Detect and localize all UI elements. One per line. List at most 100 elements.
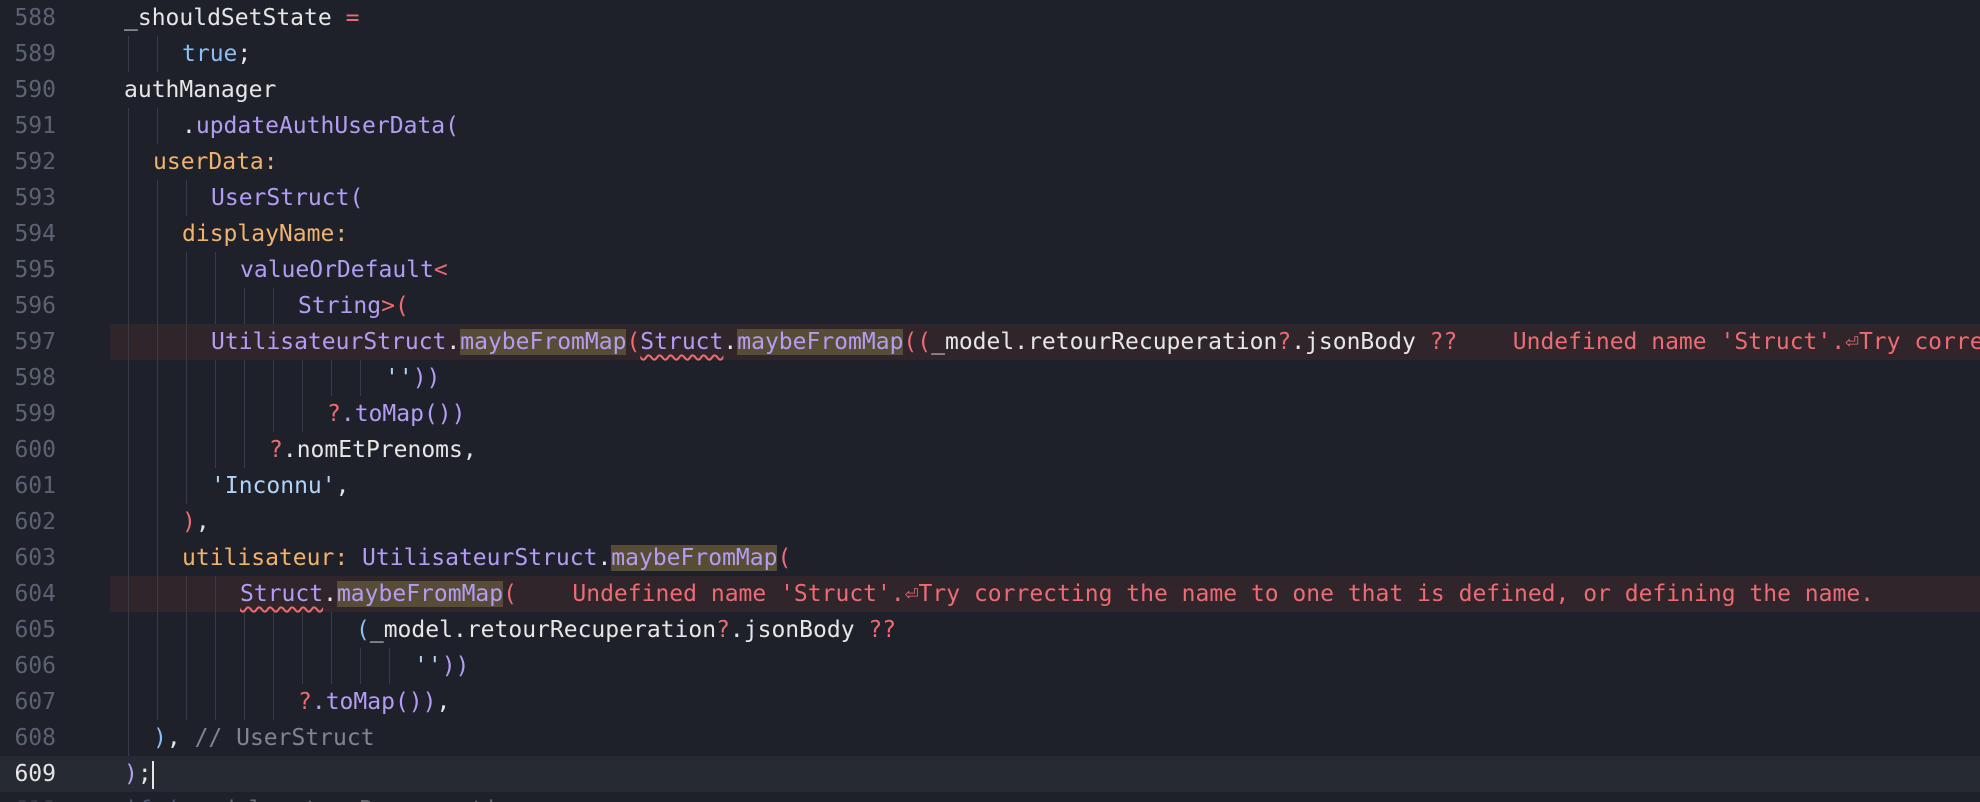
code-token: ; (237, 41, 252, 67)
code-line[interactable]: 599 ?.toMap()) (0, 396, 1980, 432)
code-line[interactable]: 591 .updateAuthUserData( (0, 108, 1980, 144)
code-line[interactable]: 605 (_model.retourRecuperation?.jsonBody … (0, 612, 1980, 648)
indent-guide (128, 540, 129, 576)
indent-guide (157, 576, 158, 612)
code-line[interactable]: 608), // UserStruct (0, 720, 1980, 756)
indent-guide (157, 648, 158, 684)
code-token: ?? (1429, 329, 1458, 355)
code-text: 'Inconnu', (211, 468, 349, 504)
code-text: String>( (298, 288, 409, 324)
code-token: retourRecuperation (276, 797, 525, 802)
code-line-current[interactable]: 609); (0, 756, 1980, 792)
diagnostic-message: Undefined name 'Struct'.⏎Try correcting … (572, 581, 1875, 607)
line-number: 588 (14, 5, 56, 31)
code-line[interactable]: 593 UserStruct( (0, 180, 1980, 216)
code-token: ; (137, 761, 152, 787)
code-line[interactable]: 607 ?.toMap()), (0, 684, 1980, 720)
code-token: displayName: (182, 221, 349, 247)
indent-guide (128, 432, 129, 468)
code-line-error[interactable]: 604 Struct.maybeFromMap( Undefined name '… (0, 576, 1980, 612)
code-token: . (262, 797, 276, 802)
line-number: 594 (14, 221, 56, 247)
indent-guide (157, 180, 158, 216)
code-token: ? (269, 437, 283, 463)
line-number: 605 (14, 617, 56, 643)
indent-guide (157, 612, 158, 648)
code-line[interactable]: 592 userData: (0, 144, 1980, 180)
indent-guide (273, 288, 274, 324)
indent-guide (128, 288, 129, 324)
code-token: ? (327, 401, 341, 427)
indent-guide (157, 36, 158, 72)
line-number: 593 (14, 185, 56, 211)
code-token: 'Inconnu' (211, 473, 336, 499)
indent-guide (128, 468, 129, 504)
line-number: 599 (14, 401, 56, 427)
code-line[interactable]: 594 displayName: (0, 216, 1980, 252)
indent-guide (360, 648, 361, 684)
code-token: . (723, 329, 738, 355)
indent-guide (128, 144, 129, 180)
line-number: 604 (0, 576, 110, 612)
indent-guide (273, 612, 274, 648)
code-line[interactable]: 600 ?.nomEtPrenoms, (0, 432, 1980, 468)
line-number: 602 (14, 509, 56, 535)
indent-guide (128, 684, 129, 720)
code-line[interactable]: 606 '')) (0, 648, 1980, 684)
code-line[interactable]: 603 utilisateur: UtilisateurStruct.maybeF… (0, 540, 1980, 576)
code-line[interactable]: 596 String>( (0, 288, 1980, 324)
indent-guide (244, 648, 245, 684)
highlighted-token: maybeFromMap (737, 329, 904, 355)
code-editor[interactable]: 588 _shouldSetState = 589 true; 590 authManag… (0, 0, 1980, 802)
code-line[interactable]: 589 true; (0, 36, 1980, 72)
code-line[interactable]: 602), (0, 504, 1980, 540)
code-token: )) (412, 365, 441, 391)
indent-guide (157, 252, 158, 288)
indent-guide (128, 720, 129, 756)
indent-guide (157, 468, 158, 504)
code-token: UtilisateurStruct (211, 329, 447, 355)
indent-guide (128, 108, 129, 144)
code-text: if (_model.retourRecuperation (124, 792, 526, 802)
indent-guide (302, 396, 303, 432)
code-line[interactable]: 598 '')) (0, 360, 1980, 396)
code-token: , (195, 509, 210, 535)
code-token: ? (716, 617, 730, 643)
code-token: ( (777, 545, 792, 571)
highlighted-token: maybeFromMap (611, 545, 778, 571)
indent-guide (128, 324, 129, 360)
indent-guide (128, 576, 129, 612)
code-token: .toMap() (311, 689, 423, 715)
code-token: retourRecuperation (1028, 329, 1278, 355)
code-line[interactable]: 588 _shouldSetState = (0, 0, 1980, 36)
indent-guide (157, 684, 158, 720)
code-line[interactable]: 590 authManager (0, 72, 1980, 108)
indent-guide (331, 612, 332, 648)
indent-guide (186, 252, 187, 288)
indent-guide (157, 324, 158, 360)
code-token: ( (626, 329, 641, 355)
indent-guide (215, 684, 216, 720)
code-token: . (452, 617, 467, 643)
code-token: . (323, 581, 337, 607)
code-token: '' (385, 365, 413, 391)
code-line-error[interactable]: 597 UtilisateurStruct.maybeFromMap(Struct… (0, 324, 1980, 360)
code-token: ) (422, 689, 437, 715)
text-cursor (151, 760, 154, 789)
indent-guide (215, 252, 216, 288)
highlighted-token: maybeFromMap (336, 581, 504, 607)
code-line[interactable]: 601 'Inconnu', (0, 468, 1980, 504)
code-line[interactable]: 595 valueOrDefault< (0, 252, 1980, 288)
code-token: _model (931, 329, 1015, 355)
line-number: 591 (14, 113, 56, 139)
code-token: (( (903, 329, 932, 355)
code-text: true; (182, 36, 251, 72)
indent-guide (186, 288, 187, 324)
code-comment: // UserStruct (194, 725, 375, 751)
indent-guide (389, 648, 390, 684)
code-line[interactable]: 610 if (_model.retourRecuperation (0, 792, 1980, 802)
indent-guide (215, 360, 216, 396)
indent-guide (244, 396, 245, 432)
code-text: '')) (385, 360, 440, 396)
